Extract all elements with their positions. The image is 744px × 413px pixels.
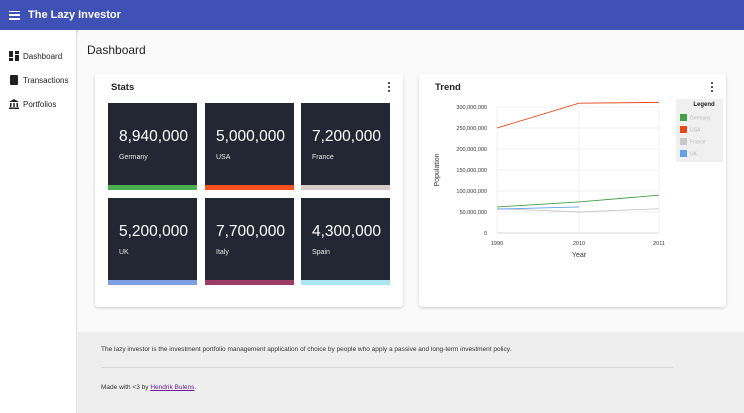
footer: The lazy investor is the investment port… (78, 332, 744, 413)
legend-swatch (680, 138, 687, 145)
legend-title: Legend (693, 102, 715, 108)
stat-color-bar (108, 280, 197, 285)
sidebar-item-dashboard[interactable]: Dashboard (0, 44, 76, 68)
bank-icon (9, 99, 19, 109)
y-tick-label: 150,000,000 (456, 168, 487, 174)
page-title: Dashboard (87, 43, 146, 57)
stat-color-bar (108, 185, 197, 190)
series-line-germany (496, 194, 660, 208)
footer-description: The lazy investor is the investment port… (101, 346, 512, 353)
series-line-usa (496, 101, 660, 129)
series-line-france (496, 208, 660, 213)
legend-label: France (690, 140, 706, 146)
stat-value: 4,300,000 (312, 223, 381, 240)
legend-label: Germany (690, 116, 711, 122)
x-tick-label: 1990 (491, 241, 503, 247)
stat-tile-france: 7,200,000 France (301, 103, 390, 190)
legend-swatch (680, 114, 687, 121)
app-title: The Lazy Investor (28, 9, 121, 21)
sidebar-item-portfolios[interactable]: Portfolios (0, 92, 76, 116)
y-tick-label: 50,000,000 (459, 210, 487, 216)
stat-label: Spain (312, 249, 330, 256)
author-link[interactable]: Hendrik Bulens (150, 384, 194, 391)
stat-label: Italy (216, 249, 229, 256)
app-bar: The Lazy Investor (0, 0, 744, 30)
y-tick-label: 100,000,000 (456, 189, 487, 195)
y-tick-label: 200,000,000 (456, 147, 487, 153)
stat-color-bar (301, 185, 390, 190)
more-vert-icon[interactable] (387, 82, 391, 92)
footer-credit-prefix: Made with <3 by (101, 384, 151, 391)
sidebar-item-label: Transactions (23, 75, 69, 85)
stat-label: USA (216, 154, 231, 161)
x-axis-label: Year (572, 252, 587, 259)
stat-value: 5,000,000 (216, 128, 285, 145)
stat-color-bar (205, 280, 294, 285)
x-tick-label: 2011 (653, 241, 665, 247)
stat-color-bar (205, 185, 294, 190)
footer-divider (101, 367, 673, 368)
trend-card: Trend 0 50,000,000 100,000,000 150,000,000 2… (419, 74, 726, 307)
stat-label: Germany (119, 154, 148, 161)
stat-value: 7,700,000 (216, 223, 285, 240)
stat-tile-germany: 8,940,000 Germany (108, 103, 197, 190)
stats-card-title: Stats (111, 82, 135, 93)
stat-tile-uk: 5,200,000 UK (108, 198, 197, 285)
y-axis-label: Population (434, 153, 441, 186)
stat-tile-usa: 5,000,000 USA (205, 103, 294, 190)
sidebar-item-transactions[interactable]: Transactions (0, 68, 76, 92)
dashboard-icon (9, 51, 19, 61)
stat-label: France (312, 154, 334, 161)
sidebar-item-label: Portfolios (23, 99, 57, 109)
stat-color-bar (301, 280, 390, 285)
stats-card: Stats 8,940,000 Germany 5,000,000 USA 7,… (95, 74, 403, 307)
legend-swatch (680, 126, 687, 133)
stat-value: 5,200,000 (119, 223, 188, 240)
y-tick-label: 0 (484, 231, 487, 237)
x-tick-label: 2010 (573, 241, 585, 247)
sidebar: Dashboard Transactions Portfolios (0, 30, 77, 413)
y-tick-label: 300,000,000 (456, 105, 487, 111)
stat-value: 7,200,000 (312, 128, 381, 145)
sidebar-item-label: Dashboard (23, 51, 63, 61)
main-content: Dashboard Stats 8,940,000 Germany 5,000,… (78, 30, 744, 332)
footer-credit-suffix: . (194, 384, 197, 391)
menu-icon[interactable] (9, 10, 20, 20)
footer-credit: Made with <3 by Hendrik Bulens. (101, 384, 196, 391)
legend-label: UK (690, 152, 698, 158)
series-line-uk (496, 206, 580, 210)
stat-tile-italy: 7,700,000 Italy (205, 198, 294, 285)
legend-label: USA (690, 128, 701, 134)
stat-tile-spain: 4,300,000 Spain (301, 198, 390, 285)
trend-chart: 0 50,000,000 100,000,000 150,000,000 200,000… (434, 99, 723, 259)
book-icon (10, 75, 18, 85)
stat-value: 8,940,000 (119, 128, 188, 145)
y-tick-label: 250,000,000 (456, 126, 487, 132)
stat-label: UK (119, 249, 129, 256)
legend-swatch (680, 150, 687, 157)
